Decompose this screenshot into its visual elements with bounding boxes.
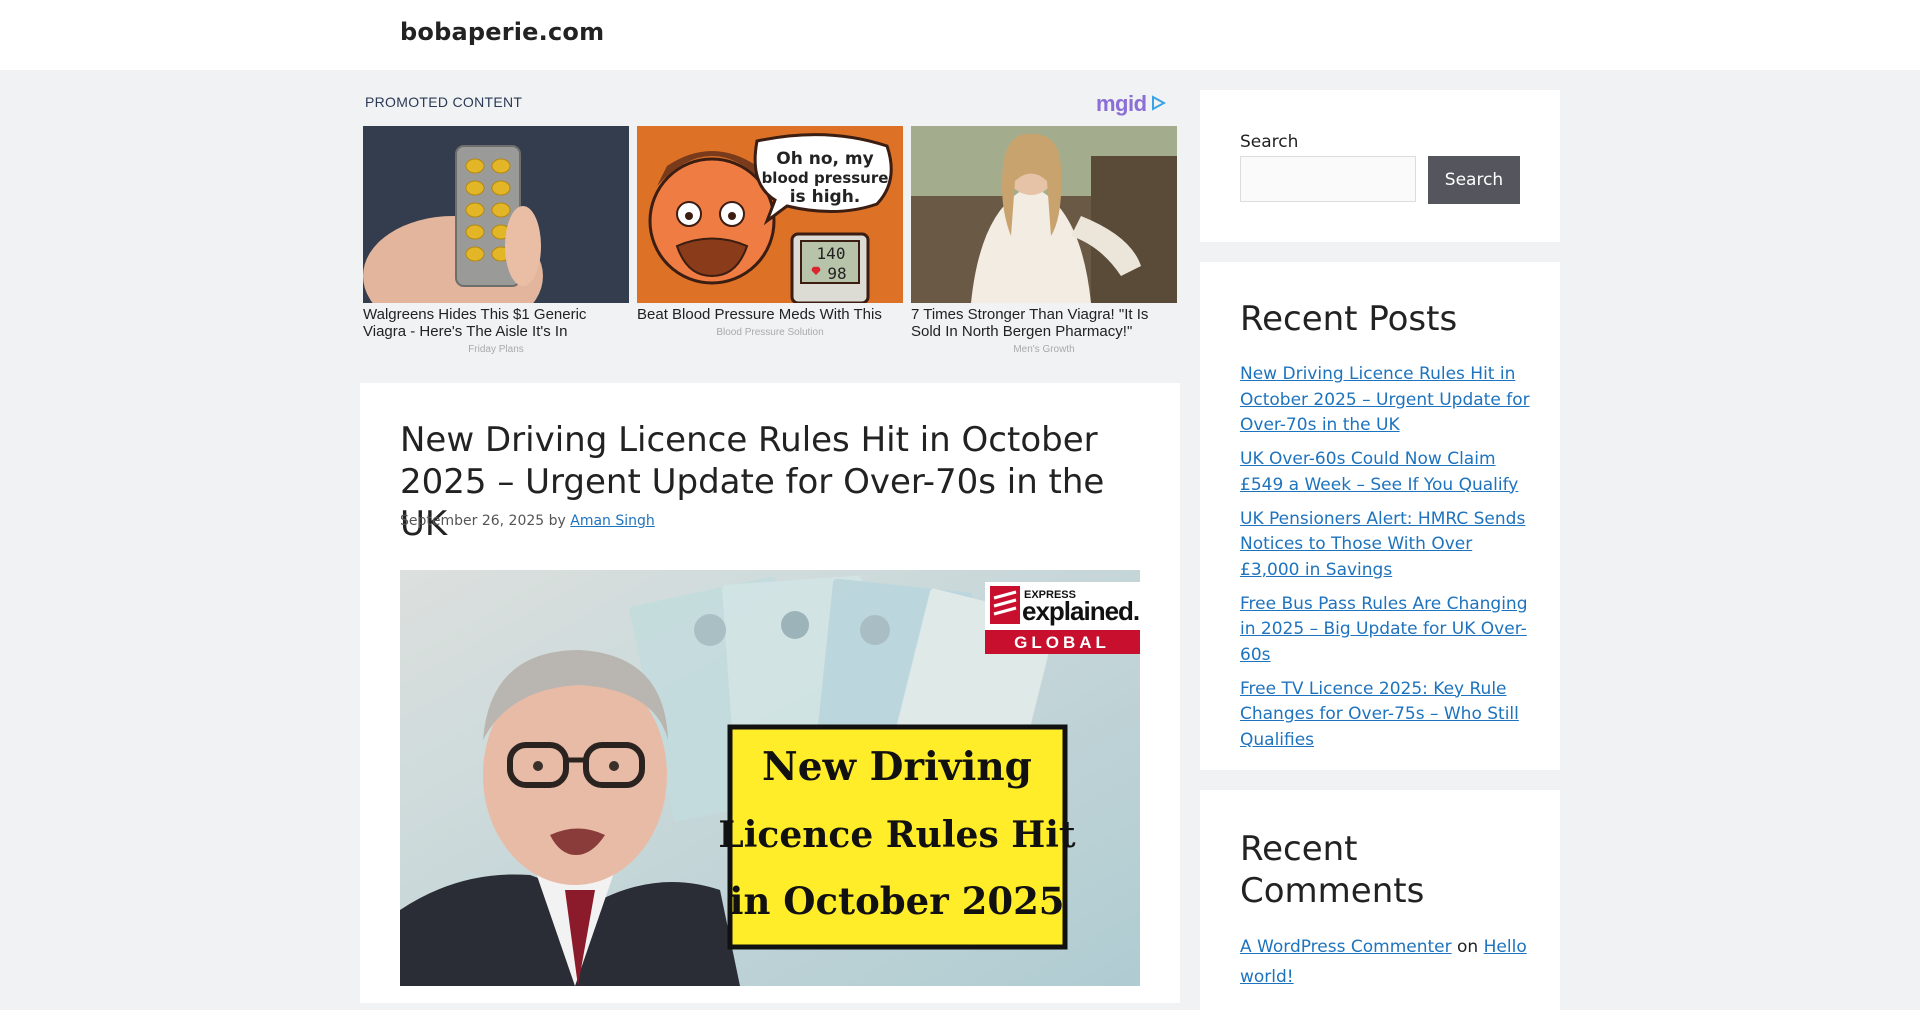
search-label: Search xyxy=(1240,132,1299,152)
promo-card-image[interactable] xyxy=(911,126,1177,303)
featured-image: EXPRESS explained. GLOBAL New Driving Li… xyxy=(400,570,1140,986)
recent-post-link[interactable]: UK Pensioners Alert: HMRC Sends Notices … xyxy=(1240,509,1525,580)
promo-card-source: Men's Growth xyxy=(1013,344,1075,355)
recent-comment: A WordPress Commenter on Hello world! xyxy=(1240,932,1530,992)
image-headline-line: New Driving xyxy=(762,744,1032,790)
promo-card-source: Blood Pressure Solution xyxy=(716,327,824,338)
recent-post-link[interactable]: UK Over-60s Could Now Claim £549 a Week … xyxy=(1240,449,1518,495)
recent-posts-list: New Driving Licence Rules Hit in October… xyxy=(1240,362,1530,762)
mgid-logo[interactable]: mgid xyxy=(1096,91,1147,117)
promo-card-source: Friday Plans xyxy=(468,344,524,355)
promo-card-title[interactable]: Beat Blood Pressure Meds With This xyxy=(637,306,903,323)
promo-card[interactable]: 7 Times Stronger Than Viagra! "It Is Sol… xyxy=(911,126,1177,355)
post-date: September 26, 2025 xyxy=(400,513,545,529)
monitor-reading: 140 xyxy=(817,244,846,263)
promo-card-image[interactable] xyxy=(363,126,629,303)
promo-card-title[interactable]: 7 Times Stronger Than Viagra! "It Is Sol… xyxy=(911,306,1177,340)
list-item: New Driving Licence Rules Hit in October… xyxy=(1240,362,1530,439)
post-by: by xyxy=(548,513,566,529)
badge-main-text: explained. xyxy=(1022,596,1139,626)
recent-posts-title: Recent Posts xyxy=(1240,299,1458,339)
comment-on-text: on xyxy=(1457,937,1479,957)
search-button[interactable]: Search xyxy=(1428,156,1520,204)
promo-card-image[interactable]: Oh no, my blood pressure is high. 140 98 xyxy=(637,126,903,303)
list-item: Free Bus Pass Rules Are Changing in 2025… xyxy=(1240,592,1530,669)
promo-card[interactable]: Oh no, my blood pressure is high. 140 98… xyxy=(637,126,903,338)
bubble-text: Oh no, my xyxy=(776,149,873,169)
promoted-content-widget: PROMOTED CONTENT mgid Walgreens Hides Th… xyxy=(360,88,1180,364)
list-item: Free TV Licence 2025: Key Rule Changes f… xyxy=(1240,677,1530,754)
badge-sub-text: GLOBAL xyxy=(1014,633,1110,652)
list-item: UK Over-60s Could Now Claim £549 a Week … xyxy=(1240,447,1530,498)
recent-comments-title: Recent Comments xyxy=(1240,829,1425,911)
bubble-text: is high. xyxy=(790,187,861,207)
site-header: bobaperie.com xyxy=(0,0,1920,70)
article: New Driving Licence Rules Hit in October… xyxy=(360,383,1180,1003)
promo-card-title[interactable]: Walgreens Hides This $1 Generic Viagra -… xyxy=(363,306,629,340)
post-meta: September 26, 2025 by Aman Singh xyxy=(400,513,655,529)
commenter-link[interactable]: A WordPress Commenter xyxy=(1240,937,1452,957)
list-item: UK Pensioners Alert: HMRC Sends Notices … xyxy=(1240,507,1530,584)
adchoices-icon[interactable] xyxy=(1150,95,1166,111)
image-headline-line: in October 2025 xyxy=(729,879,1064,923)
image-headline-line: Licence Rules Hit xyxy=(718,814,1076,856)
monitor-reading: 98 xyxy=(827,264,846,283)
recent-comments-widget: Recent Comments A WordPress Commenter on… xyxy=(1200,790,1560,1010)
site-title-link[interactable]: bobaperie.com xyxy=(400,18,604,46)
promoted-content-label: PROMOTED CONTENT xyxy=(365,94,523,110)
recent-post-link[interactable]: New Driving Licence Rules Hit in October… xyxy=(1240,364,1530,435)
bubble-text: blood pressure xyxy=(762,169,889,187)
promo-card[interactable]: Walgreens Hides This $1 Generic Viagra -… xyxy=(363,126,629,355)
recent-posts-widget: Recent Posts New Driving Licence Rules H… xyxy=(1200,262,1560,770)
search-input[interactable] xyxy=(1240,156,1416,202)
post-author-link[interactable]: Aman Singh xyxy=(570,513,655,529)
search-widget: Search Search xyxy=(1200,90,1560,242)
recent-post-link[interactable]: Free Bus Pass Rules Are Changing in 2025… xyxy=(1240,594,1528,665)
recent-post-link[interactable]: Free TV Licence 2025: Key Rule Changes f… xyxy=(1240,679,1519,750)
